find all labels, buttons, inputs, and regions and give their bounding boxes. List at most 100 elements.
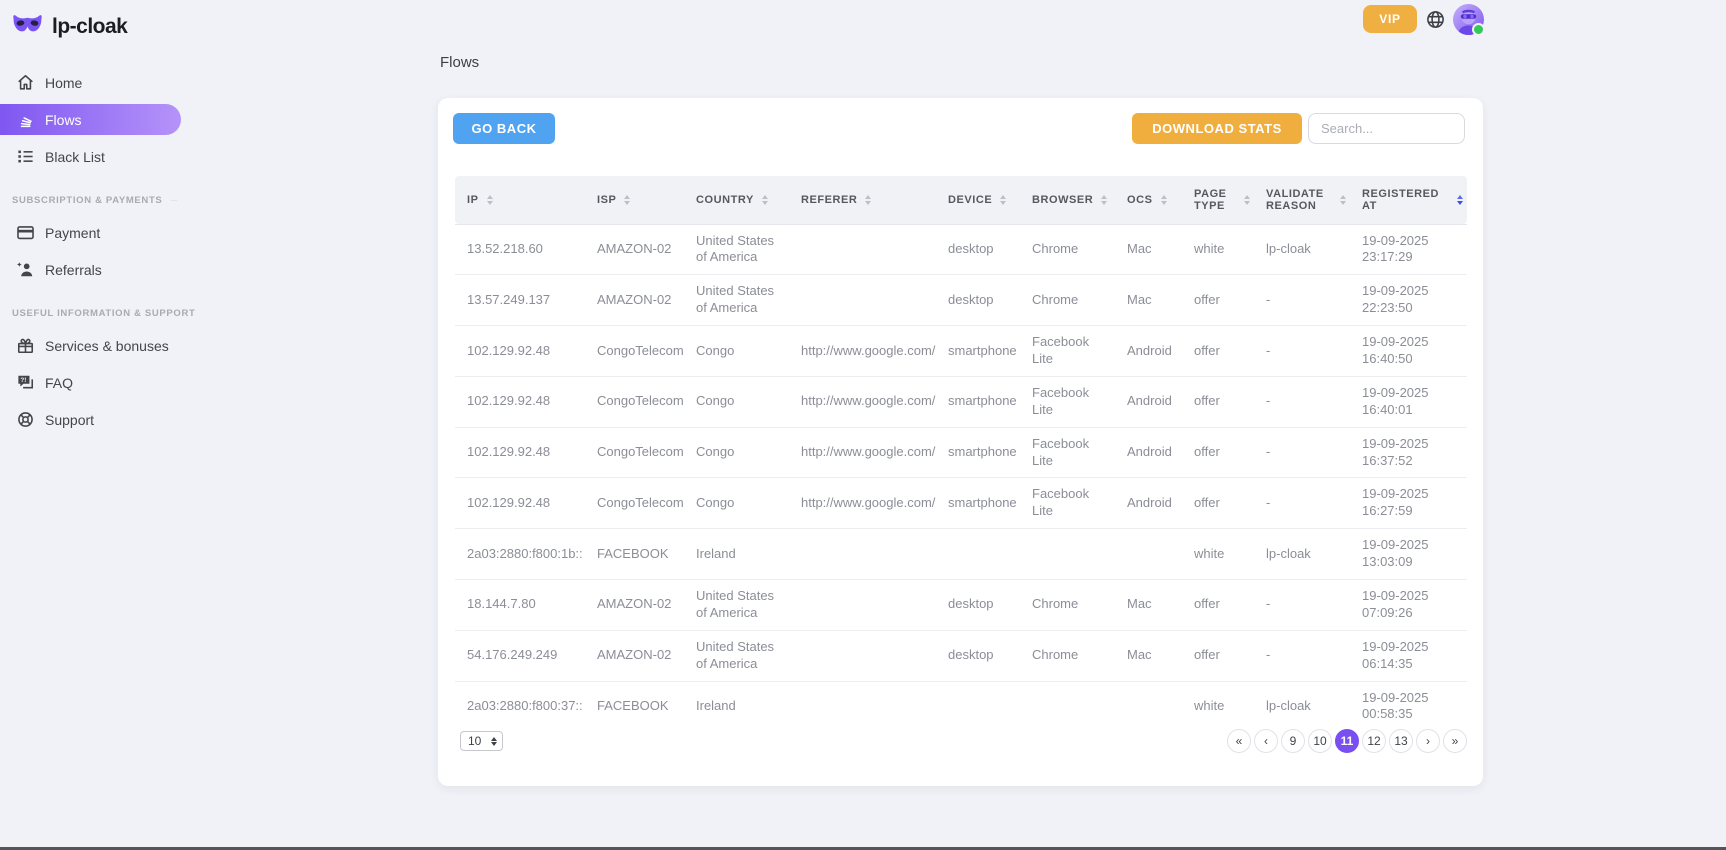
column-header-page-type[interactable]: PAGE TYPE — [1182, 176, 1254, 224]
sidebar-item-home[interactable]: Home — [0, 67, 181, 98]
go-back-button[interactable]: GO BACK — [453, 113, 555, 144]
gift-icon — [16, 336, 35, 355]
cell-ip: 102.129.92.48 — [455, 326, 585, 377]
globe-icon[interactable] — [1425, 9, 1446, 30]
prev-page-button[interactable]: ‹ — [1254, 729, 1278, 753]
cell-validate-reason: lp-cloak — [1254, 529, 1350, 580]
avatar[interactable] — [1453, 4, 1484, 35]
page-title: Flows — [440, 54, 479, 71]
page-11-button[interactable]: 11 — [1335, 729, 1359, 753]
sort-icon — [1101, 195, 1107, 205]
cell-device: smartphone — [936, 326, 1020, 377]
first-page-button[interactable]: « — [1227, 729, 1251, 753]
page-13-button[interactable]: 13 — [1389, 729, 1413, 753]
sort-icon — [1340, 195, 1346, 205]
cell-isp: FACEBOOK — [585, 529, 684, 580]
column-label: DEVICE — [948, 194, 992, 206]
sort-icon — [1000, 195, 1006, 205]
cell-browser: Facebook Lite — [1020, 326, 1115, 377]
table-row: 18.144.7.80AMAZON-02United States of Ame… — [455, 579, 1467, 630]
cell-ocs — [1115, 681, 1182, 731]
column-header-isp[interactable]: ISP — [585, 176, 684, 224]
svg-text:?!: ?! — [20, 377, 26, 384]
cell-validate-reason: - — [1254, 630, 1350, 681]
cell-country: United States of America — [684, 275, 789, 326]
cell-isp: CongoTelecom — [585, 427, 684, 478]
cell-ip: 13.52.218.60 — [455, 224, 585, 275]
brand-name: lp-cloak — [52, 15, 127, 39]
column-header-device[interactable]: DEVICE — [936, 176, 1020, 224]
cell-validate-reason: - — [1254, 275, 1350, 326]
column-header-browser[interactable]: BROWSER — [1020, 176, 1115, 224]
column-label: REFERER — [801, 194, 857, 206]
page-9-button[interactable]: 9 — [1281, 729, 1305, 753]
sidebar-item-flows[interactable]: Flows — [0, 104, 181, 135]
brand-logo[interactable]: lp-cloak — [0, 0, 185, 40]
sidebar-item-support[interactable]: Support — [0, 404, 181, 435]
cell-registered-at: 19-09-202523:17:29 — [1350, 224, 1467, 275]
cell-ocs: Mac — [1115, 579, 1182, 630]
download-stats-button[interactable]: DOWNLOAD STATS — [1132, 113, 1302, 144]
next-page-button[interactable]: › — [1416, 729, 1440, 753]
online-status-dot — [1472, 23, 1485, 36]
page-12-button[interactable]: 12 — [1362, 729, 1386, 753]
sidebar-item-services-bonuses[interactable]: Services & bonuses — [0, 330, 181, 361]
cell-ip: 13.57.249.137 — [455, 275, 585, 326]
cell-page-type: offer — [1182, 630, 1254, 681]
person-add-icon — [16, 260, 35, 279]
sidebar-item-label: Home — [45, 75, 82, 91]
column-header-ip[interactable]: IP — [455, 176, 585, 224]
sidebar-item-payment[interactable]: Payment — [0, 217, 181, 248]
sidebar-item-referrals[interactable]: Referrals — [0, 254, 181, 285]
pagination: «‹910111213›» — [1227, 729, 1467, 753]
sidebar-section-support: USEFUL INFORMATION & SUPPORT — [12, 308, 185, 319]
sidebar-item-label: Payment — [45, 225, 100, 241]
sidebar-item-label: Referrals — [45, 262, 102, 278]
cell-ip: 102.129.92.48 — [455, 376, 585, 427]
column-label: VALIDATE REASON — [1266, 188, 1332, 212]
cell-registered-at: 19-09-202516:37:52 — [1350, 427, 1467, 478]
cell-page-type: offer — [1182, 326, 1254, 377]
cell-ocs: Mac — [1115, 275, 1182, 326]
cell-referer — [789, 681, 936, 731]
cell-isp: AMAZON-02 — [585, 224, 684, 275]
cell-device: smartphone — [936, 427, 1020, 478]
cell-registered-at: 19-09-202516:40:01 — [1350, 376, 1467, 427]
search-input[interactable] — [1308, 113, 1465, 144]
cell-ip: 18.144.7.80 — [455, 579, 585, 630]
sidebar-nav: Home Flows Black List SUBSCRIPTION & PAY… — [0, 67, 185, 435]
table-row: 102.129.92.48CongoTelecomCongohttp://www… — [455, 376, 1467, 427]
cell-country: Congo — [684, 427, 789, 478]
cell-browser: Chrome — [1020, 275, 1115, 326]
cell-device: desktop — [936, 224, 1020, 275]
sidebar-item-faq[interactable]: ?! FAQ — [0, 367, 181, 398]
cell-country: Congo — [684, 376, 789, 427]
sidebar-item-black-list[interactable]: Black List — [0, 141, 181, 172]
column-header-registered-at[interactable]: REGISTERED AT — [1350, 176, 1467, 224]
home-icon — [16, 73, 35, 92]
table-row: 13.57.249.137AMAZON-02United States of A… — [455, 275, 1467, 326]
table-row: 13.52.218.60AMAZON-02United States of Am… — [455, 224, 1467, 275]
cell-country: United States of America — [684, 224, 789, 275]
page-size-value: 10 — [468, 734, 481, 748]
sort-icon — [487, 195, 493, 205]
column-header-referer[interactable]: REFERER — [789, 176, 936, 224]
sort-icon — [762, 195, 768, 205]
cell-ip: 102.129.92.48 — [455, 427, 585, 478]
last-page-button[interactable]: » — [1443, 729, 1467, 753]
table-row: 2a03:2880:f800:1b::FACEBOOKIrelandwhitel… — [455, 529, 1467, 580]
page-size-select[interactable]: 10 — [460, 731, 503, 751]
column-header-ocs[interactable]: OCS — [1115, 176, 1182, 224]
column-header-country[interactable]: COUNTRY — [684, 176, 789, 224]
section-divider — [171, 200, 177, 201]
cell-ocs: Mac — [1115, 224, 1182, 275]
cell-ocs: Android — [1115, 427, 1182, 478]
vip-button[interactable]: VIP — [1363, 5, 1417, 33]
cell-country: Ireland — [684, 529, 789, 580]
cell-validate-reason: lp-cloak — [1254, 681, 1350, 731]
column-header-validate-reason[interactable]: VALIDATE REASON — [1254, 176, 1350, 224]
cell-country: Ireland — [684, 681, 789, 731]
cell-registered-at: 19-09-202500:58:35 — [1350, 681, 1467, 731]
cell-ip: 54.176.249.249 — [455, 630, 585, 681]
page-10-button[interactable]: 10 — [1308, 729, 1332, 753]
